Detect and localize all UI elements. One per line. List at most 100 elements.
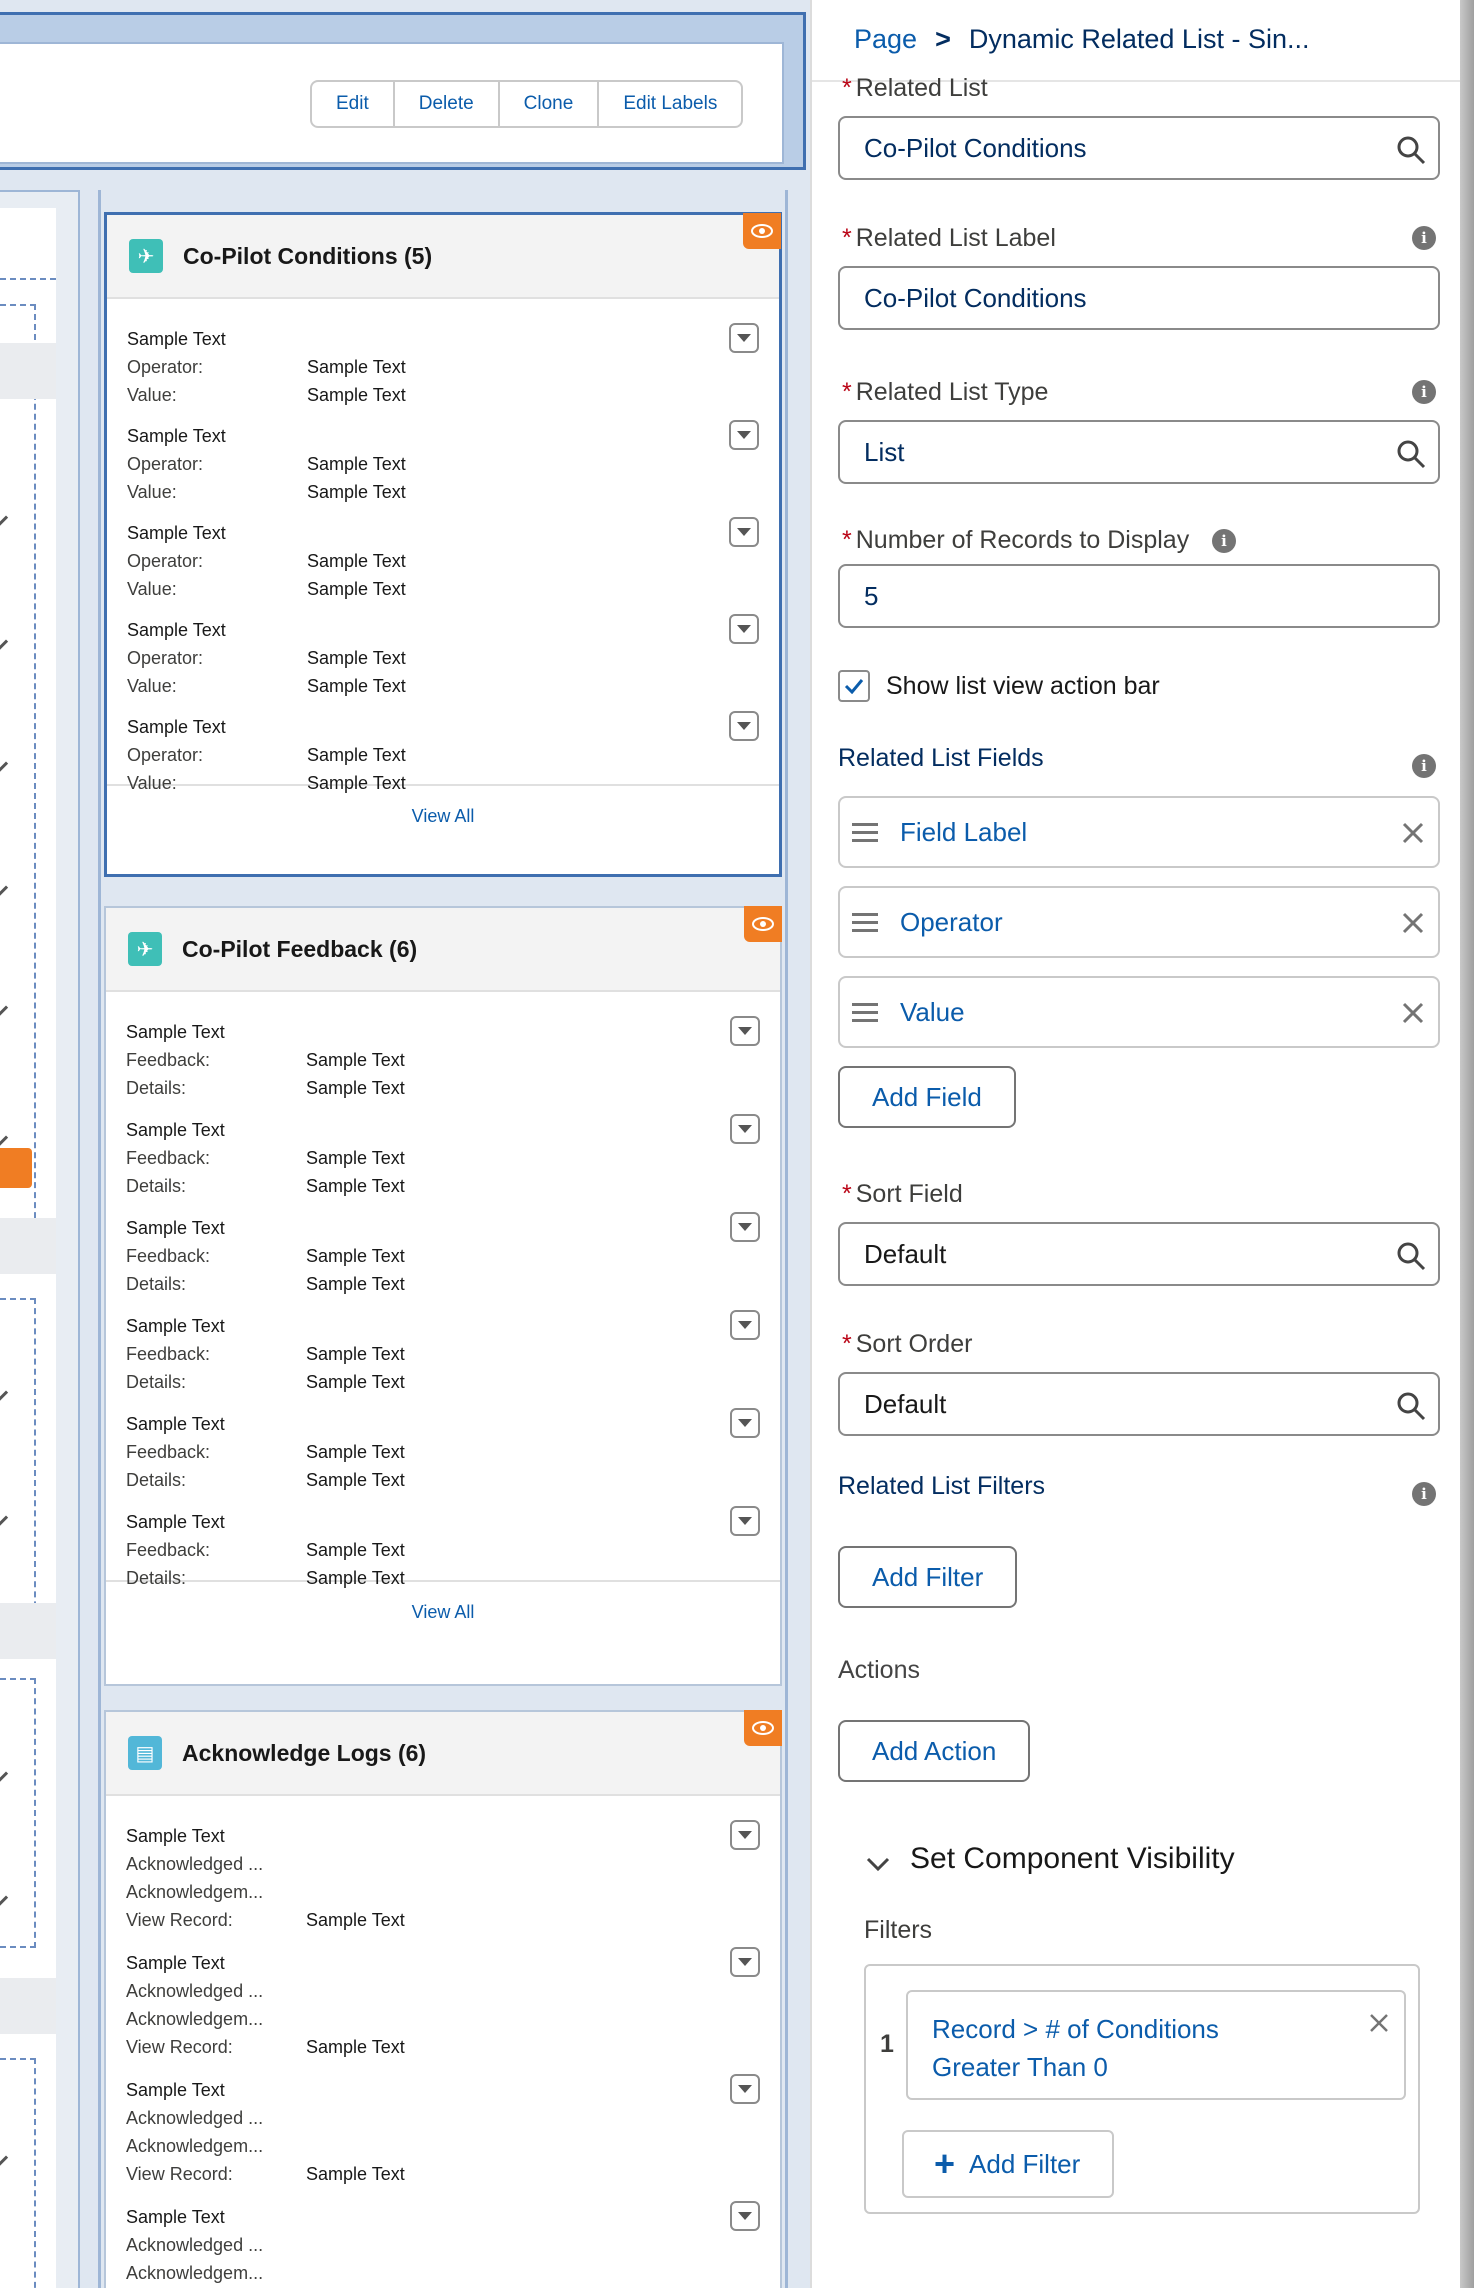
list-item[interactable]: Sample Text Acknowledged ... Acknowledgem.… [106,2177,780,2288]
edit-labels-button[interactable]: Edit Labels [599,82,741,126]
info-icon[interactable]: i [1412,1482,1436,1506]
list-item[interactable]: Sample Text Operator: Sample Text Value: Sam… [107,590,779,696]
add-action-button[interactable]: Add Action [838,1720,1031,1782]
list-item[interactable]: Sample Text Feedback: Sample Text Details: S… [106,1286,780,1392]
edit-button[interactable]: Edit [312,82,395,126]
chevron-down-icon[interactable] [864,1850,892,1878]
row-actions-dropdown-icon[interactable] [729,711,759,741]
field-label: Acknowledgem... [126,1882,264,1902]
list-item[interactable]: Sample Text Acknowledged ... Acknowledgem.… [106,1796,780,1930]
info-icon[interactable]: i [1412,380,1436,404]
record-name[interactable]: Sample Text [126,1822,780,1850]
row-actions-dropdown-icon[interactable] [730,1114,760,1144]
header-button-group: Edit Delete Clone Edit Labels [310,80,744,128]
related-list-type-combobox[interactable]: List [838,420,1440,484]
record-name[interactable]: Sample Text [127,422,779,450]
component-frame[interactable] [0,2058,36,2288]
list-item[interactable]: Sample Text Feedback: Sample Text Details: S… [106,1090,780,1196]
row-actions-dropdown-icon[interactable] [730,2074,760,2104]
related-list-label-input[interactable]: Co-Pilot Conditions [838,266,1440,330]
row-actions-dropdown-icon[interactable] [729,420,759,450]
row-actions-dropdown-icon[interactable] [730,2201,760,2231]
left-region-component[interactable] [0,208,56,2288]
related-list-combobox[interactable]: Co-Pilot Conditions [838,116,1440,180]
drag-handle-icon[interactable] [852,908,878,937]
row-actions-dropdown-icon[interactable] [729,517,759,547]
delete-button[interactable]: Delete [395,82,500,126]
info-icon[interactable]: i [1412,754,1436,778]
component-visibility-heading[interactable]: Set Component Visibility [910,1842,1235,1876]
list-item[interactable]: Sample Text Acknowledged ... Acknowledgem.… [106,1923,780,2057]
record-name[interactable]: Sample Text [126,1116,780,1144]
properties-panel: Page > Dynamic Related List - Sin... * Re… [810,0,1464,2288]
field-pill-field-label[interactable]: Field Label [838,796,1440,868]
related-list-filters-heading: Related List Filters [838,1472,1046,1500]
list-item[interactable]: Sample Text Feedback: Sample Text Details: S… [106,1188,780,1294]
related-list-card-conditions[interactable]: ✈ Co-Pilot Conditions (5) Sample Text Ope… [104,212,782,877]
row-actions-dropdown-icon[interactable] [730,1820,760,1850]
list-item[interactable]: Sample Text Acknowledged ... Acknowledgem.… [106,2050,780,2184]
card-title[interactable]: Co-Pilot Feedback (6) [182,936,417,963]
list-item[interactable]: Sample Text Operator: Sample Text Value: Sam… [107,396,779,502]
record-name[interactable]: Sample Text [127,519,779,547]
field-pill-value[interactable]: Value [838,976,1440,1048]
record-name[interactable]: Sample Text [126,1410,780,1438]
drag-handle-icon[interactable] [852,818,878,847]
list-item[interactable]: Sample Text Operator: Sample Text Value: Sam… [107,493,779,599]
add-visibility-filter-button[interactable]: + Add Filter [902,2130,1115,2198]
related-list-card-acknowledge-logs[interactable]: ▤ Acknowledge Logs (6) Sample Text Acknow… [104,1710,782,2288]
search-icon [1397,440,1426,469]
sort-order-combobox[interactable]: Default [838,1372,1440,1436]
card-title[interactable]: Co-Pilot Conditions (5) [183,243,432,270]
info-icon[interactable]: i [1412,226,1436,250]
card-title[interactable]: Acknowledge Logs (6) [182,1740,426,1767]
record-name[interactable]: Sample Text [126,1018,780,1046]
row-actions-dropdown-icon[interactable] [730,1212,760,1242]
field-label: Feedback: [126,1050,211,1070]
record-name[interactable]: Sample Text [126,2076,780,2104]
add-filter-button[interactable]: Add Filter [838,1546,1018,1608]
checkmark-icon [844,679,864,694]
row-actions-dropdown-icon[interactable] [730,1947,760,1977]
row-actions-dropdown-icon[interactable] [729,323,759,353]
row-actions-dropdown-icon[interactable] [730,1016,760,1046]
add-field-button[interactable]: Add Field [838,1066,1016,1128]
info-icon[interactable]: i [1212,529,1236,553]
drag-handle-icon[interactable] [852,998,878,1027]
visibility-filter-card[interactable]: Record > # of Conditions Greater Than 0 [906,1990,1406,2100]
list-item[interactable]: Sample Text Feedback: Sample Text Details: S… [106,1482,780,1588]
field-label: Acknowledged ... [126,1854,264,1874]
list-item[interactable]: Sample Text Feedback: Sample Text Details: S… [106,1384,780,1490]
close-icon[interactable] [1368,2012,1390,2034]
record-name[interactable]: Sample Text [127,713,779,741]
breadcrumb-page-link[interactable]: Page [854,24,917,55]
related-list-card-feedback[interactable]: ✈ Co-Pilot Feedback (6) Sample Text Feedb… [104,906,782,1686]
row-actions-dropdown-icon[interactable] [730,1506,760,1536]
card-header: ✈ Co-Pilot Feedback (6) [106,908,780,992]
list-item[interactable]: Sample Text Operator: Sample Text Value: Sam… [107,299,779,405]
records-to-display-input[interactable]: 5 [838,564,1440,628]
record-name[interactable]: Sample Text [127,325,779,353]
record-field-row: Operator: Sample Text [127,450,779,478]
row-actions-dropdown-icon[interactable] [730,1310,760,1340]
field-pill-operator[interactable]: Operator [838,886,1440,958]
list-item[interactable]: Sample Text Operator: Sample Text Value: Sam… [107,687,779,793]
record-name[interactable]: Sample Text [126,1214,780,1242]
list-item[interactable]: Sample Text Feedback: Sample Text Details: S… [106,992,780,1098]
record-name[interactable]: Sample Text [126,2203,780,2231]
sort-field-combobox[interactable]: Default [838,1222,1440,1286]
record-field-row: Operator: Sample Text [127,353,779,381]
filter-condition-line2: Greater Than 0 [932,2052,1108,2082]
clone-button[interactable]: Clone [500,82,600,126]
row-actions-dropdown-icon[interactable] [730,1408,760,1438]
row-actions-dropdown-icon[interactable] [729,614,759,644]
show-action-bar-checkbox[interactable] [838,670,870,702]
record-name[interactable]: Sample Text [126,1508,780,1536]
record-name[interactable]: Sample Text [126,1312,780,1340]
record-name[interactable]: Sample Text [126,1949,780,1977]
close-icon [1402,912,1424,934]
field-value: Sample Text [307,551,406,571]
record-name[interactable]: Sample Text [127,616,779,644]
component-frame[interactable] [0,304,36,1268]
show-action-bar-label[interactable]: Show list view action bar [886,672,1160,701]
